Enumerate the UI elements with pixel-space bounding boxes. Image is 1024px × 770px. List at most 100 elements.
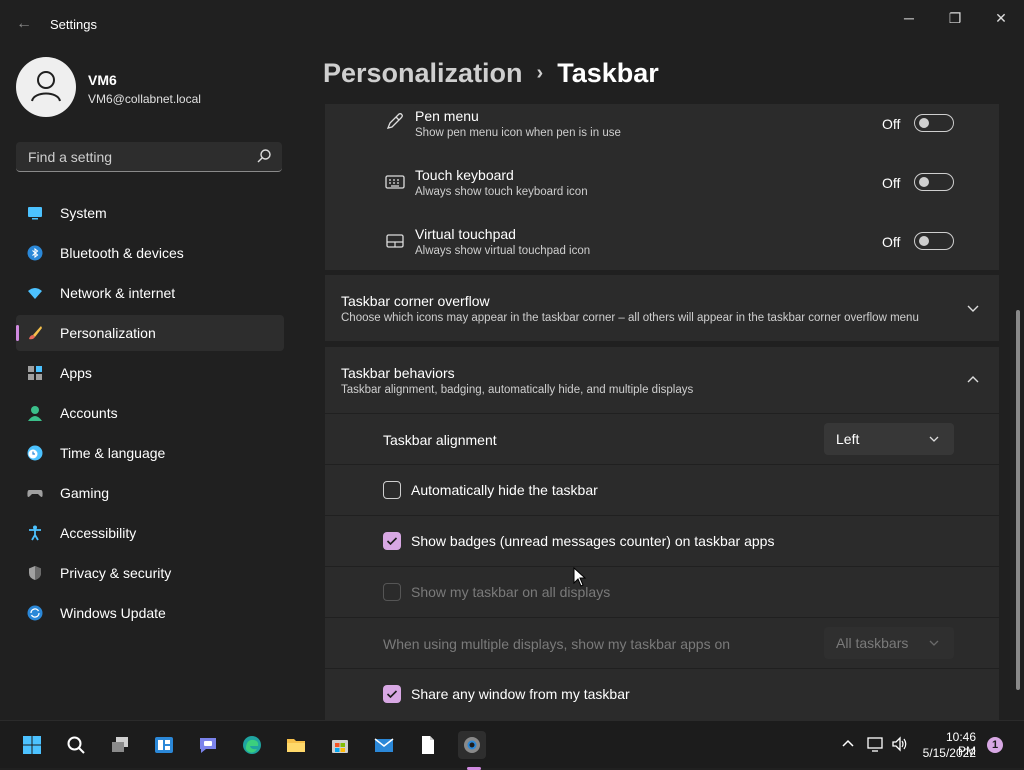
chevron-down-icon[interactable] bbox=[965, 300, 981, 316]
wifi-icon bbox=[28, 288, 42, 299]
sidebar-item-time-language[interactable]: Time & language bbox=[16, 435, 284, 471]
chevron-up-icon[interactable] bbox=[965, 372, 981, 388]
alignment-value: Left bbox=[836, 431, 860, 447]
chevron-down-icon bbox=[929, 640, 939, 646]
taskbar-search-button[interactable] bbox=[62, 731, 90, 759]
sidebar-item-gaming[interactable]: Gaming bbox=[16, 475, 284, 511]
virtual-touchpad-state: Off bbox=[882, 234, 901, 250]
sidebar-item-label: Bluetooth & devices bbox=[60, 245, 184, 261]
settings-icon bbox=[464, 737, 480, 753]
sidebar-item-privacy[interactable]: Privacy & security bbox=[16, 555, 284, 591]
apps-icon bbox=[28, 366, 42, 380]
auto-hide-checkbox[interactable] bbox=[383, 481, 401, 499]
sidebar-item-system[interactable]: System bbox=[16, 195, 284, 231]
alignment-dropdown[interactable]: Left bbox=[824, 423, 954, 455]
search-box[interactable] bbox=[16, 142, 282, 172]
windows-taskbar: 10:46 PM 5/15/2022 1 bbox=[0, 720, 1024, 770]
settings-content: Pen menu Show pen menu icon when pen is … bbox=[325, 104, 999, 720]
pen-menu-title: Pen menu bbox=[415, 108, 479, 124]
touch-keyboard-toggle[interactable] bbox=[914, 173, 954, 191]
sidebar-item-network[interactable]: Network & internet bbox=[16, 275, 284, 311]
sidebar-item-personalization[interactable]: Personalization bbox=[16, 315, 284, 351]
edge-button[interactable] bbox=[238, 731, 266, 759]
mail-button[interactable] bbox=[370, 731, 398, 759]
checkmark-icon bbox=[386, 690, 398, 699]
sidebar-item-label: Apps bbox=[60, 365, 92, 381]
badges-row: Show badges (unread messages counter) on… bbox=[325, 516, 999, 566]
back-arrow-icon[interactable]: ← bbox=[14, 14, 34, 34]
mail-icon bbox=[374, 738, 394, 752]
system-icon bbox=[28, 207, 42, 220]
file-explorer-icon bbox=[287, 739, 305, 752]
multi-display-row: When using multiple displays, show my ta… bbox=[325, 618, 999, 668]
minimize-button[interactable]: ─ bbox=[889, 8, 929, 28]
touch-keyboard-subtitle: Always show touch keyboard icon bbox=[415, 186, 588, 198]
widgets-button[interactable] bbox=[150, 731, 178, 759]
sidebar-item-label: Accounts bbox=[60, 405, 118, 421]
alignment-label: Taskbar alignment bbox=[383, 432, 497, 448]
sidebar-item-accessibility[interactable]: Accessibility bbox=[16, 515, 284, 551]
taskbar-behaviors-title: Taskbar behaviors bbox=[341, 365, 455, 381]
keyboard-icon bbox=[385, 175, 405, 189]
sidebar-item-label: Accessibility bbox=[60, 525, 137, 541]
show-hidden-icons-chevron-icon[interactable] bbox=[839, 735, 857, 753]
breadcrumb-separator: › bbox=[536, 62, 544, 84]
sidebar-item-windows-update[interactable]: Windows Update bbox=[16, 595, 284, 631]
notification-badge[interactable]: 1 bbox=[987, 737, 1003, 753]
start-button[interactable] bbox=[18, 731, 46, 759]
virtual-touchpad-title: Virtual touchpad bbox=[415, 226, 516, 242]
avatar[interactable] bbox=[16, 57, 76, 117]
pen-icon bbox=[386, 113, 403, 129]
sidebar-item-label: Windows Update bbox=[60, 605, 166, 621]
breadcrumb: Personalization › Taskbar bbox=[323, 58, 659, 89]
corner-overflow-subtitle: Choose which icons may appear in the tas… bbox=[341, 312, 919, 324]
task-view-button[interactable] bbox=[106, 731, 134, 759]
badges-label[interactable]: Show badges (unread messages counter) on… bbox=[411, 533, 774, 549]
file-explorer-button[interactable] bbox=[282, 731, 310, 759]
touchpad-icon bbox=[386, 234, 404, 248]
taskbar-clock-date[interactable]: 5/15/2022 bbox=[918, 746, 976, 760]
search-icon[interactable] bbox=[256, 148, 272, 164]
pen-menu-toggle[interactable] bbox=[914, 114, 954, 132]
sidebar-item-accounts[interactable]: Accounts bbox=[16, 395, 284, 431]
store-button[interactable] bbox=[326, 731, 354, 759]
search-input[interactable] bbox=[26, 148, 250, 166]
checkmark-icon bbox=[386, 537, 398, 546]
store-icon bbox=[332, 740, 348, 753]
multi-display-dropdown: All taskbars bbox=[824, 627, 954, 659]
virtual-touchpad-subtitle: Always show virtual touchpad icon bbox=[415, 245, 591, 257]
update-icon bbox=[27, 605, 43, 621]
share-window-checkbox[interactable] bbox=[383, 685, 401, 703]
close-button[interactable]: ✕ bbox=[981, 8, 1021, 28]
toggle-knob bbox=[919, 177, 929, 187]
sidebar-item-apps[interactable]: Apps bbox=[16, 355, 284, 391]
sidebar-item-label: Time & language bbox=[60, 445, 166, 461]
breadcrumb-parent[interactable]: Personalization bbox=[323, 58, 523, 88]
settings-app-button[interactable] bbox=[458, 731, 486, 770]
widgets-icon bbox=[155, 737, 173, 753]
page-title: Taskbar bbox=[557, 58, 659, 88]
virtual-touchpad-toggle[interactable] bbox=[914, 232, 954, 250]
person-silhouette-icon bbox=[31, 71, 61, 102]
corner-overflow-expander[interactable]: Taskbar corner overflow Choose which ico… bbox=[325, 275, 999, 341]
notepad-button[interactable] bbox=[414, 731, 442, 759]
maximize-button[interactable]: ❐ bbox=[935, 8, 975, 28]
badges-checkbox[interactable] bbox=[383, 532, 401, 550]
chevron-down-icon bbox=[929, 436, 939, 442]
taskbar-behaviors-subtitle: Taskbar alignment, badging, automaticall… bbox=[341, 384, 694, 396]
network-status-icon[interactable] bbox=[866, 735, 884, 753]
edge-icon bbox=[243, 736, 261, 754]
brush-icon bbox=[29, 326, 42, 340]
task-view-icon bbox=[112, 737, 128, 752]
teams-chat-button[interactable] bbox=[194, 731, 222, 759]
share-window-label[interactable]: Share any window from my taskbar bbox=[411, 686, 630, 702]
scrollbar-thumb[interactable] bbox=[1016, 310, 1020, 690]
controller-icon bbox=[27, 490, 43, 497]
share-window-row: Share any window from my taskbar bbox=[325, 669, 999, 720]
auto-hide-label[interactable]: Automatically hide the taskbar bbox=[411, 482, 598, 498]
sidebar-item-bluetooth[interactable]: Bluetooth & devices bbox=[16, 235, 284, 271]
volume-icon[interactable] bbox=[891, 735, 909, 753]
person-icon bbox=[28, 406, 42, 421]
taskbar-behaviors-expander[interactable]: Taskbar behaviors Taskbar alignment, bad… bbox=[325, 347, 999, 413]
sidebar-item-label: Personalization bbox=[60, 325, 156, 341]
